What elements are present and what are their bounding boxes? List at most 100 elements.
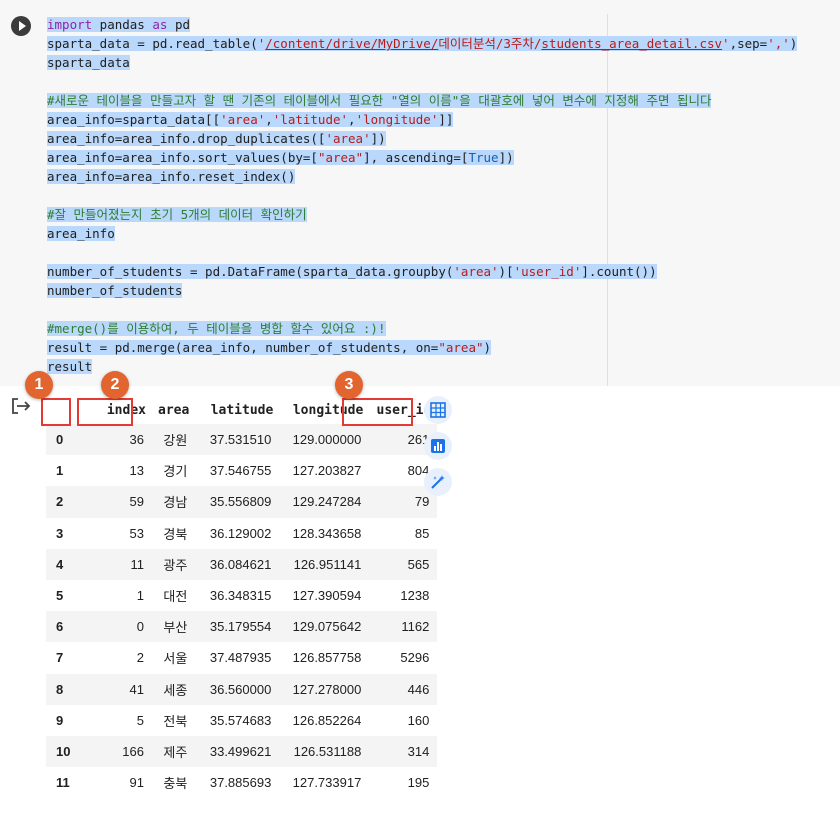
code-line: area_info=area_info.drop_duplicates(['ar… [47,131,386,146]
table-cell: 대전 [152,579,196,612]
table-cell: 세종 [152,673,196,705]
badge-3: 3 [335,371,363,399]
code-line: import pandas as pd [47,17,191,32]
table-cell: 5 [80,704,152,736]
code-line: result [47,359,93,374]
table-row: 11 91 충북 37.885693 127.733917 195 [46,767,438,799]
highlight-box-user-id [342,398,413,426]
row-index-cell: 1 [46,455,80,487]
table-cell: 36.084621 [195,548,280,580]
table-cell: 53 [80,517,152,549]
table-cell: 서울 [152,642,196,674]
row-index-cell: 5 [46,579,80,612]
table-cell: 2 [80,642,152,674]
row-index-cell: 10 [46,735,80,768]
table-cell: 0 [80,611,152,643]
row-index-cell: 4 [46,548,80,580]
table-cell: 160 [369,704,438,736]
table-cell: 446 [369,673,438,705]
code-line: area_info=area_info.reset_index() [47,169,296,184]
table-row: 8 41 세종 36.560000 127.278000 446 [46,673,438,705]
code-line: area_info=area_info.sort_values(by=["are… [47,150,514,165]
table-cell: 129.247284 [279,486,370,518]
table-cell: 126.857758 [279,642,370,674]
table-cell: 36 [80,424,152,456]
table-row: 10 166 제주 33.499621 126.531188 314 [46,735,438,768]
table-cell: 127.278000 [279,673,370,705]
table-cell: 충북 [152,767,196,799]
table-cell: 35.556809 [195,486,280,518]
code-line: result = pd.merge(area_info, number_of_s… [47,340,492,355]
table-cell: 85 [369,517,438,549]
bar-chart-icon[interactable] [424,432,452,460]
table-cell: 35.179554 [195,611,280,643]
table-cell: 126.951141 [279,548,370,580]
table-cell: 129.075642 [279,611,370,643]
table-row: 5 1 대전 36.348315 127.390594 1238 [46,579,438,612]
table-cell: 제주 [152,735,196,768]
table-cell: 37.487935 [195,642,280,674]
code-line: number_of_students = pd.DataFrame(sparta… [47,264,657,279]
table-cell: 강원 [152,424,196,456]
code-line: area_info [47,226,115,241]
table-cell: 37.531510 [195,424,280,456]
badge-2: 2 [101,371,129,399]
table-cell: 경기 [152,455,196,487]
row-index-cell: 7 [46,642,80,674]
table-cell: 경북 [152,517,196,549]
table-cell: 35.574683 [195,704,280,736]
table-cell: 36.348315 [195,579,280,612]
table-cell: 127.203827 [279,455,370,487]
row-index-cell: 2 [46,486,80,518]
badge-1: 1 [25,371,53,399]
code-line: #잘 만들어졌는지 초기 5개의 데이터 확인하기 [47,207,307,222]
play-circle-icon[interactable] [11,16,31,36]
table-row: 1 13 경기 37.546755 127.203827 804 [46,455,438,487]
table-cell: 37.885693 [195,767,280,799]
table-row: 7 2 서울 37.487935 126.857758 5296 [46,642,438,674]
table-row: 6 0 부산 35.179554 129.075642 1162 [46,611,438,643]
table-cell: 11 [80,548,152,580]
table-cell: 126.531188 [279,735,370,768]
magic-wand-icon[interactable] [424,468,452,496]
table-cell: 195 [369,767,438,799]
table-cell: 166 [80,735,152,768]
result-dataframe: index area latitude longitude user_id 03… [46,396,438,799]
table-grid-icon[interactable] [424,396,452,424]
table-cell: 1238 [369,579,438,612]
table-cell: 경남 [152,486,196,518]
table-cell: 41 [80,673,152,705]
table-cell: 36.560000 [195,673,280,705]
highlight-box-index-blank [41,398,71,426]
table-cell: 33.499621 [195,735,280,768]
table-row: 0 36 강원 37.531510 129.000000 261 [46,424,438,456]
table-cell: 314 [369,735,438,768]
table-row: 3 53 경북 36.129002 128.343658 85 [46,517,438,549]
header-area: area [158,402,190,418]
row-index-cell: 9 [46,704,80,736]
table-row: 9 5 전북 35.574683 126.852264 160 [46,704,438,736]
header-latitude: latitude [210,402,274,418]
table-cell: 13 [80,455,152,487]
row-index-cell: 11 [46,767,80,799]
table-cell: 37.546755 [195,455,280,487]
highlight-box-index [77,398,133,426]
table-cell: 5296 [369,642,438,674]
table-cell: 129.000000 [279,424,370,456]
table-cell: 전북 [152,704,196,736]
table-cell: 128.343658 [279,517,370,549]
code-editor[interactable]: import pandas as pd sparta_data = pd.rea… [47,15,798,376]
table-row: 2 59 경남 35.556809 129.247284 79 [46,486,438,518]
row-index-cell: 8 [46,673,80,705]
table-cell: 126.852264 [279,704,370,736]
code-line: area_info=sparta_data[['area','latitude'… [47,112,454,127]
table-cell: 91 [80,767,152,799]
table-cell: 1 [80,579,152,612]
table-cell: 127.733917 [279,767,370,799]
output-redirect-icon[interactable] [10,396,32,416]
table-cell: 36.129002 [195,517,280,549]
row-index-cell: 0 [46,424,80,456]
